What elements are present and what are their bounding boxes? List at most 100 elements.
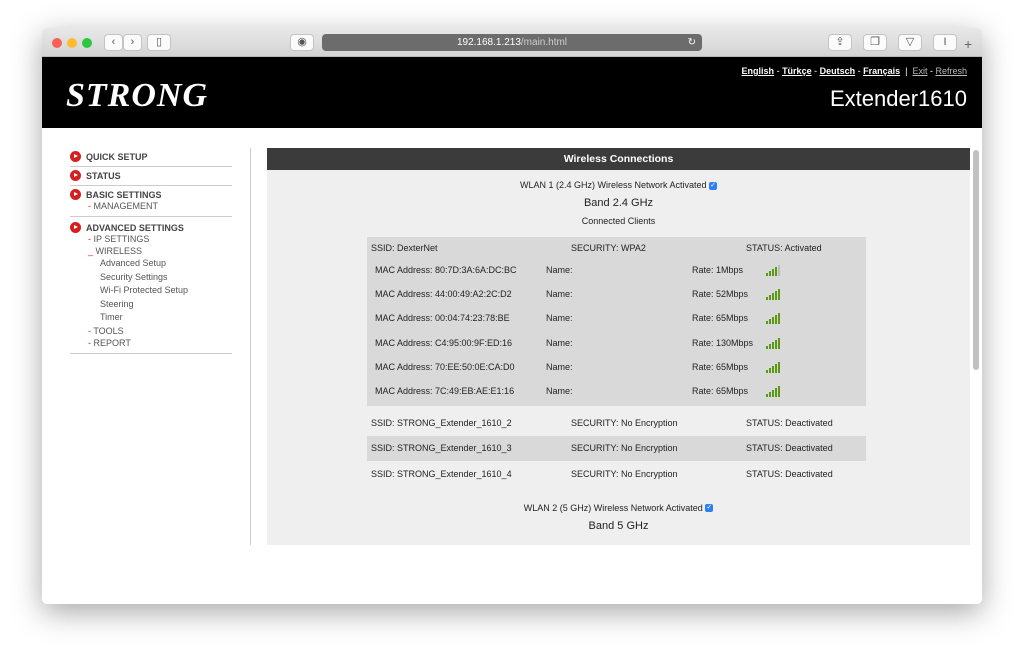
pocket-icon[interactable]: ▽ — [898, 34, 922, 51]
language-links: English - Türkçe - Deutsch - Français | … — [741, 66, 967, 76]
extension-icon[interactable]: I — [933, 34, 957, 51]
menu-management[interactable]: - MANAGEMENT — [70, 200, 232, 212]
lang-english[interactable]: English — [742, 66, 775, 76]
ssid-name: SSID: STRONG_Extender_1610_4 — [371, 468, 512, 479]
menu-timer[interactable]: Timer — [70, 311, 232, 325]
client-name: Name: — [546, 361, 573, 372]
arrow-circle-icon — [70, 222, 81, 233]
ssid-status: STATUS: Deactivated — [746, 417, 833, 428]
wlan2-status: WLAN 2 (5 GHz) Wireless Network Activate… — [523, 502, 714, 513]
connected-clients-heading: Connected Clients — [581, 216, 656, 226]
lang-deutsch[interactable]: Deutsch — [820, 66, 856, 76]
client-rate: Rate: 65Mbps — [692, 313, 749, 324]
client-row: MAC Address: 00:04:74:23:78:BE Name: Rate:… — [367, 306, 866, 330]
ssid-row: SSID: STRONG_Extender_1610_3 SECURITY: No… — [367, 435, 866, 462]
wlan1-checkbox[interactable]: ✓ — [709, 181, 718, 190]
client-name: Name: — [546, 289, 573, 300]
wlan2-checkbox[interactable]: ✓ — [705, 504, 714, 513]
share-icon[interactable]: ⇪ — [828, 34, 852, 51]
browser-toolbar: ‹ › ▯ ◉ 192.168.1.213/main.html ↻ ⇪ ❐ ▽ I… — [42, 28, 982, 57]
ssid-name: SSID: STRONG_Extender_1610_2 — [371, 417, 512, 428]
main-panel: Wireless Connections WLAN 1 (2.4 GHz) Wi… — [267, 148, 970, 545]
forward-button[interactable]: › — [123, 34, 142, 51]
client-mac: MAC Address: 44:00:49:A2:2C:D2 — [375, 289, 512, 300]
arrow-circle-icon — [70, 189, 81, 200]
client-row: MAC Address: 80:7D:3A:6A:DC:BC Name: Rate:… — [367, 258, 866, 282]
reload-icon[interactable]: ↻ — [688, 34, 696, 51]
arrow-circle-icon — [70, 170, 81, 181]
refresh-link[interactable]: Refresh — [935, 66, 967, 76]
menu-tools[interactable]: - TOOLS — [70, 325, 232, 337]
client-rate: Rate: 65Mbps — [692, 386, 749, 397]
signal-strength-icon — [766, 312, 780, 325]
client-row: MAC Address: 70:EE:50:0E:CA:D0 Name: Rate:… — [367, 355, 866, 379]
menu-wireless[interactable]: _ WIRELESS — [70, 245, 232, 257]
divider — [250, 148, 251, 545]
client-rate: Rate: 1Mbps — [692, 265, 744, 276]
sidebar-toggle-icon[interactable]: ▯ — [147, 34, 171, 51]
signal-strength-icon — [766, 264, 780, 277]
menu-status[interactable]: STATUS — [70, 170, 232, 181]
new-tab-icon[interactable]: + — [964, 36, 972, 52]
client-rate: Rate: 52Mbps — [692, 289, 749, 300]
client-name: Name: — [546, 386, 573, 397]
back-button[interactable]: ‹ — [104, 34, 123, 51]
ssid-name: SSID: STRONG_Extender_1610_3 — [371, 443, 512, 454]
tabs-icon[interactable]: ❐ — [863, 34, 887, 51]
signal-strength-icon — [766, 288, 780, 301]
client-row: MAC Address: C4:95:00:9F:ED:16 Name: Rate:… — [367, 331, 866, 355]
client-mac: MAC Address: 70:EE:50:0E:CA:D0 — [375, 361, 515, 372]
client-row: MAC Address: 44:00:49:A2:2C:D2 Name: Rate:… — [367, 282, 866, 306]
client-row: MAC Address: 7C:49:EB:AE:E1:16 Name: Rate:… — [367, 379, 866, 403]
zoom-window-button[interactable] — [82, 38, 92, 48]
url-host: 192.168.1.213 — [456, 37, 521, 48]
ssid-status: STATUS: Deactivated — [746, 468, 833, 479]
ssid-security: SECURITY: No Encryption — [571, 417, 678, 428]
signal-strength-icon — [766, 337, 780, 349]
menu-steering[interactable]: Steering — [70, 298, 232, 312]
menu-quick-setup[interactable]: QUICK SETUP — [70, 151, 232, 162]
minimize-window-button[interactable] — [67, 38, 77, 48]
client-mac: MAC Address: 80:7D:3A:6A:DC:BC — [375, 265, 517, 276]
client-name: Name: — [546, 337, 573, 348]
address-bar[interactable]: 192.168.1.213/main.html ↻ — [322, 34, 702, 51]
menu-wps[interactable]: Wi-Fi Protected Setup — [70, 284, 232, 298]
menu-ip-settings[interactable]: - IP SETTINGS — [70, 233, 232, 245]
client-name: Name: — [546, 265, 573, 276]
close-window-button[interactable] — [52, 38, 62, 48]
menu-advanced-settings[interactable]: ADVANCED SETTINGS — [70, 222, 232, 233]
site-header: STRONG English - Türkçe - Deutsch - Fran… — [42, 57, 982, 128]
signal-strength-icon — [766, 361, 780, 373]
lang-turkce[interactable]: Türkçe — [782, 66, 812, 76]
menu-security-settings[interactable]: Security Settings — [70, 271, 232, 285]
menu-basic-settings[interactable]: BASIC SETTINGS — [70, 189, 232, 200]
signal-strength-icon — [766, 385, 780, 398]
exit-link[interactable]: Exit — [912, 66, 927, 76]
strong-logo: STRONG — [66, 77, 209, 114]
client-name: Name: — [546, 313, 573, 324]
browser-window: ‹ › ▯ ◉ 192.168.1.213/main.html ↻ ⇪ ❐ ▽ I… — [42, 28, 982, 604]
ssid-security: SECURITY: No Encryption — [571, 443, 678, 454]
ssid-status: STATUS: Deactivated — [746, 443, 833, 454]
url-path: /main.html — [520, 37, 568, 48]
lang-francais[interactable]: Français — [863, 66, 900, 76]
client-rate: Rate: 130Mbps — [692, 337, 754, 348]
client-mac: MAC Address: 7C:49:EB:AE:E1:16 — [375, 386, 515, 397]
band-24-heading: Band 2.4 GHz — [583, 197, 654, 209]
menu-advanced-setup[interactable]: Advanced Setup — [70, 257, 232, 271]
client-rate: Rate: 65Mbps — [692, 361, 749, 372]
client-mac: MAC Address: C4:95:00:9F:ED:16 — [375, 337, 513, 348]
arrow-circle-icon — [70, 151, 81, 162]
wlan1-status: WLAN 1 (2.4 GHz) Wireless Network Activa… — [519, 180, 718, 190]
ssid-row: SSID: STRONG_Extender_1610_4 SECURITY: No… — [367, 461, 866, 487]
ssid-row: SSID: STRONG_Extender_1610_2 SECURITY: No… — [367, 410, 866, 436]
panel-title: Wireless Connections — [267, 148, 970, 170]
privacy-icon[interactable]: ◉ — [290, 34, 314, 51]
model-name: Extender1610 — [830, 86, 967, 111]
ssid-row: SSID: DexterNet SECURITY: WPA2 STATUS: Act… — [371, 242, 822, 253]
client-mac: MAC Address: 00:04:74:23:78:BE — [375, 313, 510, 324]
menu-report[interactable]: - REPORT — [70, 337, 232, 349]
ssid-dexternet-block: SSID: DexterNet SECURITY: WPA2 STATUS: Act… — [367, 237, 866, 407]
sidebar-menu: QUICK SETUP STATUS BASIC SETTINGS - MANA… — [70, 148, 232, 354]
scrollbar[interactable] — [972, 148, 980, 545]
